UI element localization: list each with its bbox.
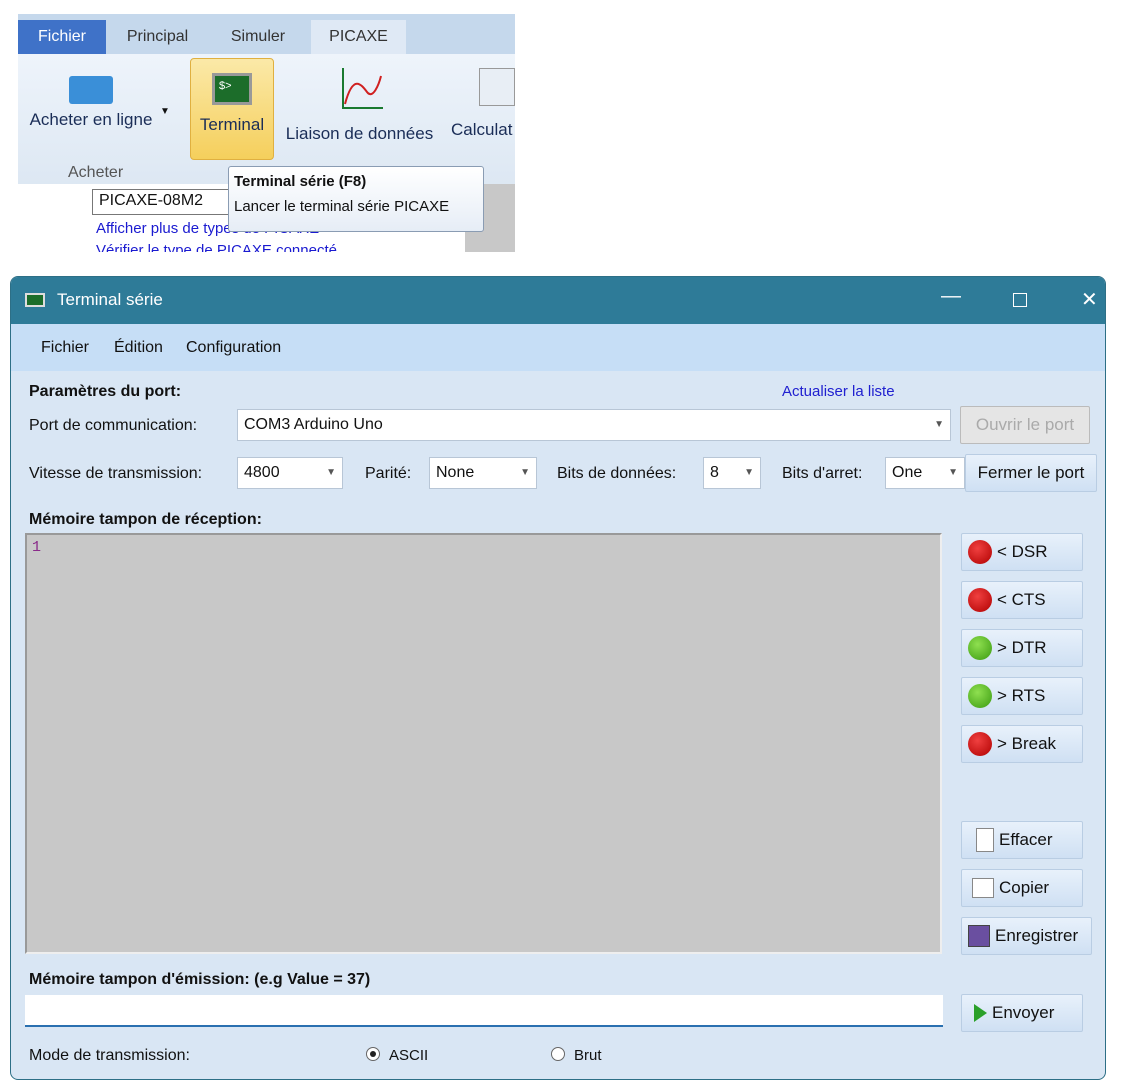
credit-card-icon — [69, 76, 113, 104]
ascii-label: ASCII — [389, 1047, 429, 1064]
title-bar: Terminal série — ✕ — [11, 277, 1105, 324]
tooltip-description: Lancer le terminal série PICAXE — [234, 198, 450, 215]
transmit-input[interactable] — [25, 995, 943, 1027]
chevron-down-icon: ▼ — [520, 467, 530, 478]
ribbon-background: Fichier Principal Simuler PICAXE Acheter… — [18, 14, 515, 252]
transmit-heading: Mémoire tampon d'émission: (e.g Value = … — [29, 971, 371, 988]
buy-online-button[interactable]: Acheter en ligne — [21, 76, 161, 130]
com-port-label: Port de communication: — [29, 417, 198, 434]
datalink-label: Liaison de données — [285, 124, 434, 143]
port-heading: Paramètres du port: — [29, 383, 182, 400]
break-label: > Break — [997, 734, 1057, 753]
ribbon-tabs: Fichier Principal Simuler PICAXE — [18, 14, 515, 54]
status-led-red-icon — [968, 732, 992, 756]
dsr-button[interactable]: < DSR — [961, 533, 1083, 571]
parity-label: Parité: — [365, 465, 412, 482]
tab-simuler[interactable]: Simuler — [213, 20, 303, 54]
chevron-down-icon: ▼ — [326, 467, 336, 478]
baud-value: 4800 — [244, 464, 280, 481]
rts-label: > RTS — [997, 686, 1046, 705]
mode-label: Mode de transmission: — [29, 1047, 190, 1064]
dropdown-arrow-icon: ▼ — [160, 106, 170, 117]
floppy-disk-icon — [968, 925, 990, 947]
dtr-button[interactable]: > DTR — [961, 629, 1083, 667]
terminal-app-icon — [25, 293, 45, 307]
chevron-down-icon: ▼ — [934, 419, 944, 430]
terminal-button[interactable]: $> Terminal — [190, 58, 274, 160]
menu-configuration[interactable]: Configuration — [186, 339, 281, 357]
baud-select[interactable]: 4800 ▼ — [237, 457, 343, 489]
parity-value: None — [436, 464, 475, 481]
data-bits-select[interactable]: 8 ▼ — [703, 457, 761, 489]
save-button[interactable]: Enregistrer — [961, 917, 1092, 955]
terminal-window: Terminal série — ✕ Fichier Édition Confi… — [10, 276, 1106, 1080]
menu-bar: Fichier Édition Configuration — [11, 324, 1105, 371]
send-label: Envoyer — [992, 1003, 1055, 1022]
tab-fichier[interactable]: Fichier — [18, 20, 106, 54]
cts-button[interactable]: < CTS — [961, 581, 1083, 619]
calculator-label: Calculat — [451, 120, 513, 139]
stop-bits-select[interactable]: One ▼ — [885, 457, 965, 489]
copy-icon — [972, 878, 994, 898]
raw-label: Brut — [574, 1047, 602, 1064]
parity-select[interactable]: None ▼ — [429, 457, 537, 489]
refresh-list-link[interactable]: Actualiser la liste — [782, 383, 895, 400]
status-led-red-icon — [968, 540, 992, 564]
tooltip-title: Terminal série (F8) — [234, 173, 367, 190]
data-bits-label: Bits de données: — [557, 465, 677, 482]
status-led-green-icon — [968, 636, 992, 660]
copy-button[interactable]: Copier — [961, 869, 1083, 907]
tooltip: Terminal série (F8) Lancer le terminal s… — [228, 166, 484, 232]
rts-button[interactable]: > RTS — [961, 677, 1083, 715]
calculator-icon — [479, 68, 515, 106]
dtr-label: > DTR — [997, 638, 1047, 657]
chevron-down-icon: ▼ — [744, 467, 754, 478]
terminal-icon: $> — [212, 73, 252, 105]
data-bits-value: 8 — [710, 464, 719, 481]
menu-edition[interactable]: Édition — [114, 339, 163, 357]
calculator-button[interactable]: Calculat — [451, 68, 515, 140]
menu-fichier[interactable]: Fichier — [41, 339, 89, 357]
tab-principal[interactable]: Principal — [110, 20, 205, 54]
play-icon — [974, 1004, 987, 1022]
receive-heading: Mémoire tampon de réception: — [29, 511, 262, 528]
com-port-value: COM3 Arduino Uno — [244, 416, 383, 433]
stop-bits-value: One — [892, 464, 923, 481]
graph-icon — [341, 68, 383, 109]
copy-label: Copier — [999, 878, 1050, 897]
buy-online-label: Acheter en ligne — [29, 110, 153, 129]
save-label: Enregistrer — [995, 926, 1079, 945]
receive-buffer[interactable]: 1 — [25, 533, 942, 954]
window-title: Terminal série — [57, 290, 163, 309]
minimize-button[interactable]: — — [941, 285, 961, 308]
close-port-button[interactable]: Fermer le port — [965, 454, 1097, 492]
clear-label: Effacer — [999, 830, 1053, 849]
send-button[interactable]: Envoyer — [961, 994, 1083, 1032]
close-button[interactable]: ✕ — [1081, 287, 1098, 312]
terminal-label: Terminal — [199, 115, 265, 134]
baud-label: Vitesse de transmission: — [29, 465, 203, 482]
status-led-red-icon — [968, 588, 992, 612]
clear-button[interactable]: Effacer — [961, 821, 1083, 859]
stop-bits-label: Bits d'arret: — [782, 465, 863, 482]
cts-label: < CTS — [997, 590, 1046, 609]
ascii-radio[interactable] — [366, 1047, 380, 1061]
raw-radio[interactable] — [551, 1047, 565, 1061]
chevron-down-icon: ▼ — [948, 467, 958, 478]
check-type-link[interactable]: Vérifier le type de PICAXE connecté — [96, 242, 337, 252]
datalink-button[interactable]: Liaison de données — [282, 64, 437, 144]
tab-picaxe[interactable]: PICAXE — [311, 20, 406, 54]
com-port-select[interactable]: COM3 Arduino Uno ▼ — [237, 409, 951, 441]
group-label: Acheter — [68, 164, 124, 181]
blank-page-icon — [976, 828, 994, 852]
break-button[interactable]: > Break — [961, 725, 1083, 763]
open-port-button[interactable]: Ouvrir le port — [960, 406, 1090, 444]
dsr-label: < DSR — [997, 542, 1048, 561]
status-led-green-icon — [968, 684, 992, 708]
maximize-button[interactable] — [1013, 293, 1027, 307]
